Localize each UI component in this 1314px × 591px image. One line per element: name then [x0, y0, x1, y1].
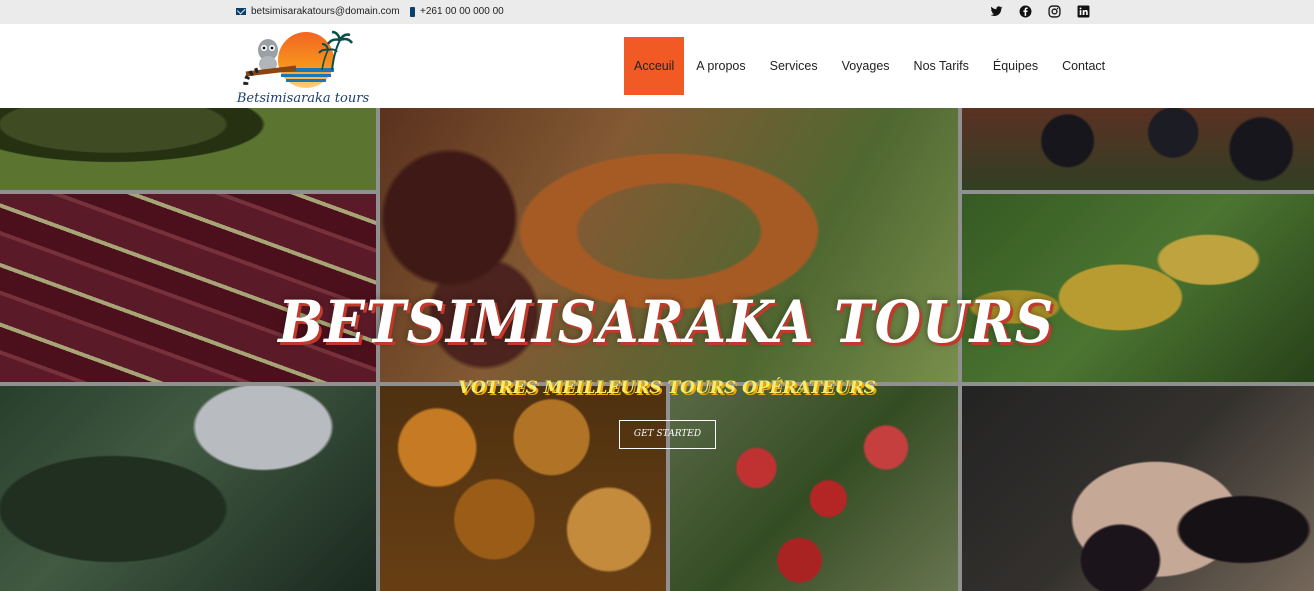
phone-text: +261 00 00 000 00 [420, 6, 504, 17]
email-text: betsimisarakatours@domain.com [251, 6, 400, 17]
site-header: Betsimisaraka tours Acceuil A propos Ser… [0, 24, 1314, 108]
top-bar: betsimisarakatours@domain.com +261 00 00… [0, 0, 1314, 24]
get-started-button[interactable]: GET STARTED [619, 420, 716, 449]
nav-a-propos[interactable]: A propos [684, 37, 757, 95]
nav-contact[interactable]: Contact [1050, 37, 1117, 95]
linkedin-icon[interactable] [1077, 5, 1090, 18]
phone-icon [410, 6, 415, 17]
instagram-icon[interactable] [1048, 5, 1061, 18]
logo-text: Betsimisaraka tours [236, 91, 370, 106]
nav-acceuil[interactable]: Acceuil [624, 37, 685, 95]
hero-title: BETSIMISARAKA TOURS [278, 288, 1055, 356]
nav-equipes[interactable]: Équipes [981, 37, 1050, 95]
phone-contact[interactable]: +261 00 00 000 00 [410, 6, 504, 17]
twitter-icon[interactable] [990, 5, 1003, 18]
nav-nos-tarifs[interactable]: Nos Tarifs [902, 37, 981, 95]
facebook-icon[interactable] [1019, 5, 1032, 18]
logo-graphic [243, 30, 354, 89]
site-logo[interactable]: Betsimisaraka tours [236, 30, 370, 106]
main-nav: Acceuil A propos Services Voyages Nos Ta… [624, 37, 1117, 95]
hero-subtitle: VOTRES MEILLEURS TOURS OPÉRATEURS [458, 378, 876, 398]
email-contact[interactable]: betsimisarakatours@domain.com [236, 6, 400, 17]
nav-voyages[interactable]: Voyages [830, 37, 902, 95]
nav-services[interactable]: Services [758, 37, 830, 95]
hero-banner: BETSIMISARAKA TOURS VOTRES MEILLEURS TOU… [0, 108, 1314, 591]
social-links [990, 5, 1090, 18]
envelope-icon [236, 8, 246, 15]
